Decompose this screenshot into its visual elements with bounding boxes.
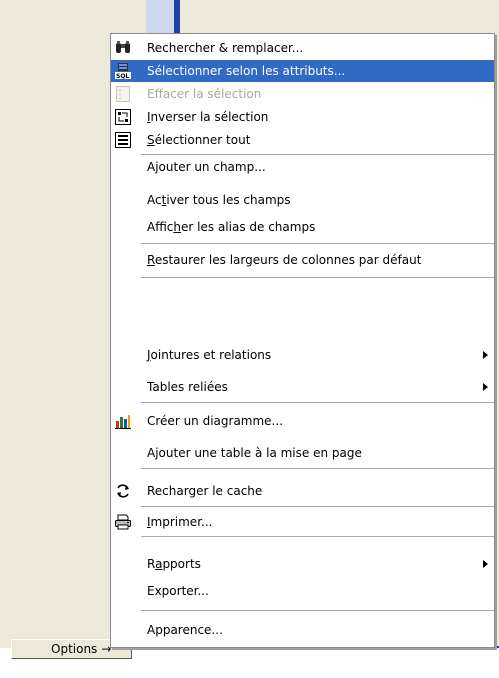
menu-item-label: Ajouter un champ... xyxy=(147,160,266,174)
submenu-arrow-icon xyxy=(483,351,488,359)
menu-item-label: Recharger le cache xyxy=(147,484,263,498)
submenu-arrow-icon xyxy=(483,383,488,391)
menu-item-label: Sélectionner selon les attributs... xyxy=(147,64,346,78)
menu-item-label: Effacer la sélection xyxy=(147,87,262,101)
menu-item-select-by-attributes[interactable]: SQL Sélectionner selon les attributs... xyxy=(111,60,494,82)
menu-item-reports[interactable]: Rapports xyxy=(111,553,494,575)
menu-item-find-replace[interactable]: Rechercher & remplacer... xyxy=(111,37,494,59)
options-context-menu: Rechercher & remplacer... SQL Sélectionn… xyxy=(110,33,495,648)
menu-item-label: Rechercher & remplacer... xyxy=(147,41,304,55)
menu-item-reload-cache[interactable]: Recharger le cache xyxy=(111,480,494,502)
menu-item-joins-relates[interactable]: Jointures et relations xyxy=(111,344,494,366)
menu-item-appearance[interactable]: Apparence... xyxy=(111,619,494,641)
menu-separator xyxy=(141,243,494,244)
submenu-arrow-icon xyxy=(483,560,488,568)
menu-item-restore-column-widths[interactable]: Restaurer les largeurs de colonnes par d… xyxy=(111,249,494,271)
menu-item-label: Créer un diagramme... xyxy=(147,414,284,428)
menu-separator xyxy=(141,402,494,403)
menu-item-create-graph[interactable]: Créer un diagramme... xyxy=(111,410,494,432)
window-border xyxy=(174,0,180,36)
menu-separator xyxy=(141,506,494,507)
menu-item-label: Restaurer les largeurs de colonnes par d… xyxy=(147,253,422,267)
svg-text:SQL: SQL xyxy=(116,73,129,79)
menu-item-add-table-to-layout[interactable]: Ajouter une table à la mise en page xyxy=(111,442,494,464)
sql-select-icon: SQL xyxy=(115,63,131,79)
menu-item-add-field[interactable]: Ajouter un champ... xyxy=(111,156,494,178)
menu-separator xyxy=(141,468,494,469)
menu-item-clear-selection: Effacer la sélection xyxy=(111,83,494,105)
printer-icon xyxy=(115,514,131,530)
scrollbar-track[interactable] xyxy=(146,0,174,36)
binoculars-icon xyxy=(115,40,131,56)
menu-separator xyxy=(141,154,494,155)
menu-item-label: Tables reliées xyxy=(147,380,228,394)
menu-separator xyxy=(141,277,494,278)
menu-item-label: Jointures et relations xyxy=(147,348,272,362)
switch-selection-icon xyxy=(115,109,131,125)
chart-icon xyxy=(115,413,131,429)
menu-item-label: Inverser la sélection xyxy=(147,110,269,124)
menu-item-print[interactable]: Imprimer... xyxy=(111,511,494,533)
menu-item-switch-selection[interactable]: Inverser la sélection xyxy=(111,106,494,128)
menu-item-label: Sélectionner tout xyxy=(147,133,251,147)
menu-item-label: Activer tous les champs xyxy=(147,193,291,207)
clear-selection-icon xyxy=(115,86,131,102)
menu-item-label: Imprimer... xyxy=(147,515,213,529)
menu-item-label: Apparence... xyxy=(147,623,223,637)
menu-item-label: Rapports xyxy=(147,557,201,571)
menu-item-show-field-aliases[interactable]: Afficher les alias de champs xyxy=(111,216,494,238)
menu-item-label: Ajouter une table à la mise en page xyxy=(147,446,362,460)
menu-item-related-tables[interactable]: Tables reliées xyxy=(111,376,494,398)
menu-item-turn-all-fields-on[interactable]: Activer tous les champs xyxy=(111,189,494,211)
options-button-label: Options xyxy=(51,642,98,656)
menu-separator xyxy=(141,610,494,611)
menu-item-export[interactable]: Exporter... xyxy=(111,580,494,602)
menu-separator xyxy=(141,536,494,537)
menu-item-label: Exporter... xyxy=(147,584,209,598)
refresh-icon xyxy=(115,483,131,499)
menu-item-label: Afficher les alias de champs xyxy=(147,220,316,234)
menu-item-select-all[interactable]: Sélectionner tout xyxy=(111,129,494,151)
select-all-icon xyxy=(115,132,131,148)
